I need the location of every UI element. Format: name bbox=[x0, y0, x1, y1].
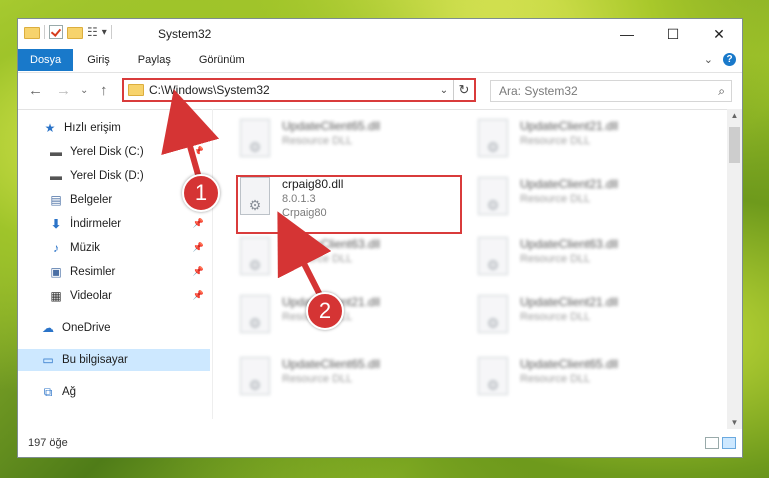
annotation-arrows bbox=[161, 89, 332, 298]
arrow-1 bbox=[161, 89, 220, 179]
step-2-badge: 2 bbox=[306, 292, 344, 330]
step-1-badge: 1 bbox=[182, 174, 220, 212]
arrow-2 bbox=[277, 211, 332, 297]
